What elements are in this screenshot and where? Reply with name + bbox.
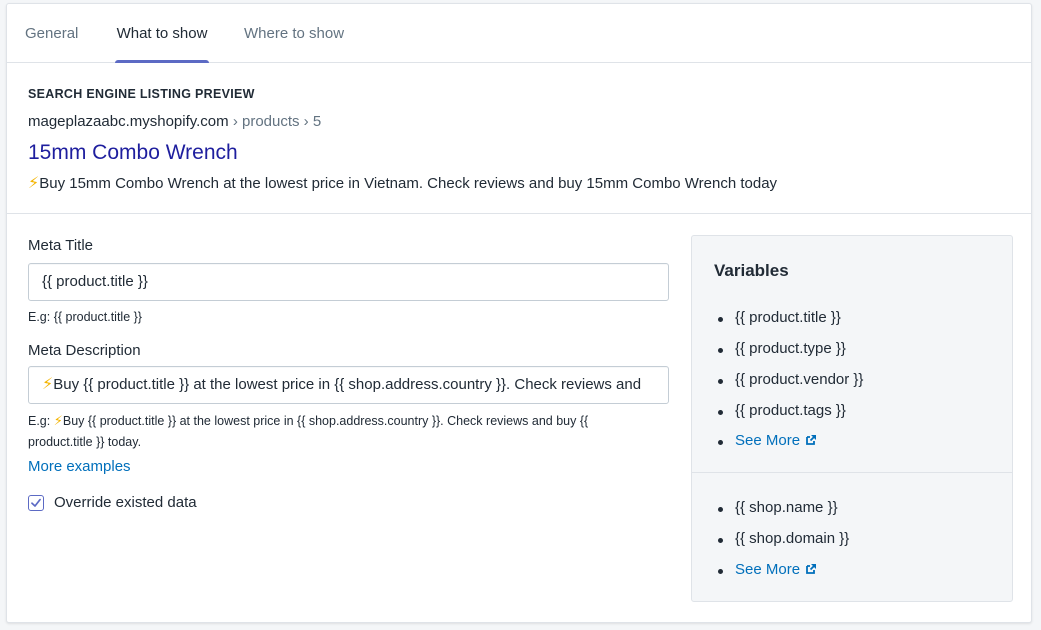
lightning-icon: ⚡ xyxy=(53,413,63,428)
seo-settings-card: General What to show Where to show SEARC… xyxy=(6,3,1032,623)
meta-description-input[interactable]: ⚡Buy {{ product.title }} at the lowest p… xyxy=(28,366,669,404)
preview-description-text: Buy 15mm Combo Wrench at the lowest pric… xyxy=(39,175,778,192)
preview-url: mageplazaabc.myshopify.com › products › … xyxy=(28,113,321,130)
example-line-1: Buy {{ product.title }} at the lowest pr… xyxy=(62,414,589,428)
override-label: Override existed data xyxy=(54,494,197,511)
meta-title-label: Meta Title xyxy=(28,237,94,254)
meta-title-example: E.g: {{ product.title }} xyxy=(28,310,142,324)
meta-description-example: E.g: ⚡Buy {{ product.title }} at the low… xyxy=(28,410,628,453)
preview-heading: SEARCH ENGINE LISTING PREVIEW xyxy=(28,87,255,101)
override-checkbox[interactable] xyxy=(28,495,44,511)
variables-title: Variables xyxy=(714,261,789,280)
more-examples-link[interactable]: More examples xyxy=(28,458,131,475)
preview-domain: mageplazaabc.myshopify.com xyxy=(28,113,229,130)
example-line-2: product.title }} today. xyxy=(28,435,142,449)
variable-item-see-more: See More xyxy=(718,432,817,449)
tab-what-to-show[interactable]: What to show xyxy=(115,4,209,63)
lightning-icon: ⚡ xyxy=(42,376,54,393)
variable-item: {{ shop.domain }} xyxy=(718,530,849,547)
preview-breadcrumb: › products › 5 xyxy=(228,113,322,130)
preview-description: ⚡Buy 15mm Combo Wrench at the lowest pri… xyxy=(28,173,777,193)
meta-description-label: Meta Description xyxy=(28,342,141,359)
external-link-icon xyxy=(806,435,817,445)
checkmark-icon xyxy=(31,498,41,507)
tab-bar: General What to show Where to show xyxy=(7,4,1031,63)
external-link-icon xyxy=(806,564,817,574)
preview-title[interactable]: 15mm Combo Wrench xyxy=(28,141,238,165)
variables-divider xyxy=(692,472,1012,473)
see-more-product-link[interactable]: See More xyxy=(735,432,817,449)
lightning-icon: ⚡ xyxy=(28,175,40,192)
variables-panel: Variables {{ product.title }} {{ product… xyxy=(691,235,1013,602)
meta-title-input[interactable]: {{ product.title }} xyxy=(28,263,669,301)
see-more-shop-link[interactable]: See More xyxy=(735,561,817,578)
meta-description-value: Buy {{ product.title }} at the lowest pr… xyxy=(53,376,642,393)
tab-where-to-show[interactable]: Where to show xyxy=(244,4,344,62)
tab-general[interactable]: General xyxy=(25,4,78,62)
variable-item: {{ product.type }} xyxy=(718,340,846,357)
variable-item: {{ shop.name }} xyxy=(718,499,838,516)
variable-item: {{ product.tags }} xyxy=(718,402,846,419)
variable-item: {{ product.vendor }} xyxy=(718,371,863,388)
variable-item-see-more: See More xyxy=(718,561,817,578)
variable-item: {{ product.title }} xyxy=(718,309,841,326)
search-engine-preview: SEARCH ENGINE LISTING PREVIEW mageplazaa… xyxy=(7,62,1031,214)
example-prefix: E.g: xyxy=(28,414,54,428)
